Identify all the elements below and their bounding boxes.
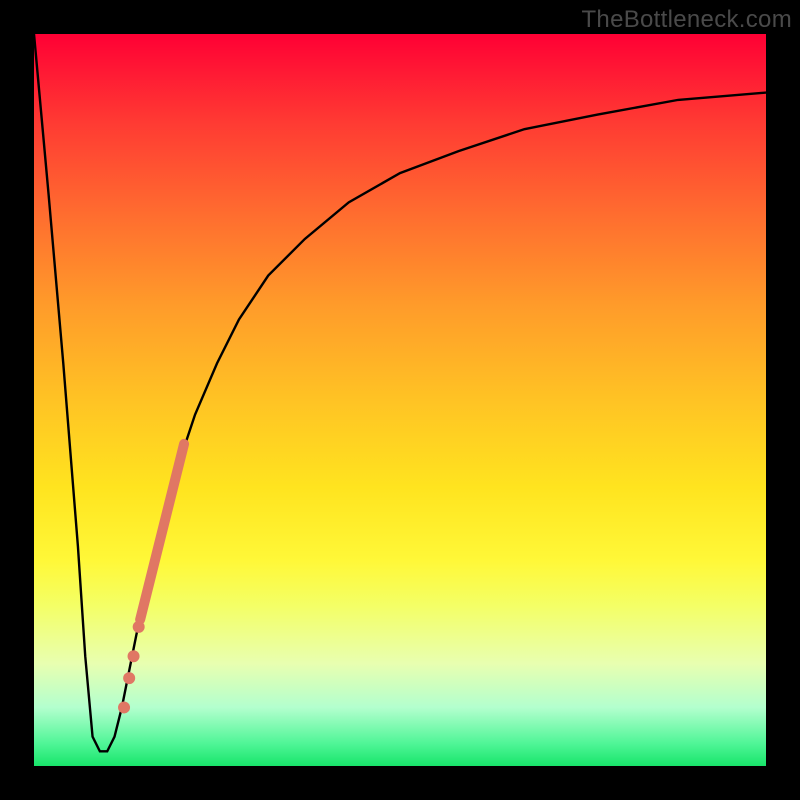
bottleneck-curve: [34, 34, 766, 751]
highlight-dot: [118, 701, 130, 713]
highlight-dot: [128, 650, 140, 662]
chart-svg: [34, 34, 766, 766]
highlight-dot: [123, 672, 135, 684]
highlight-stroke: [140, 444, 184, 620]
highlight-dot: [133, 621, 145, 633]
watermark-text: TheBottleneck.com: [581, 6, 792, 34]
chart-frame: TheBottleneck.com: [0, 0, 800, 800]
plot-area: [34, 34, 766, 766]
